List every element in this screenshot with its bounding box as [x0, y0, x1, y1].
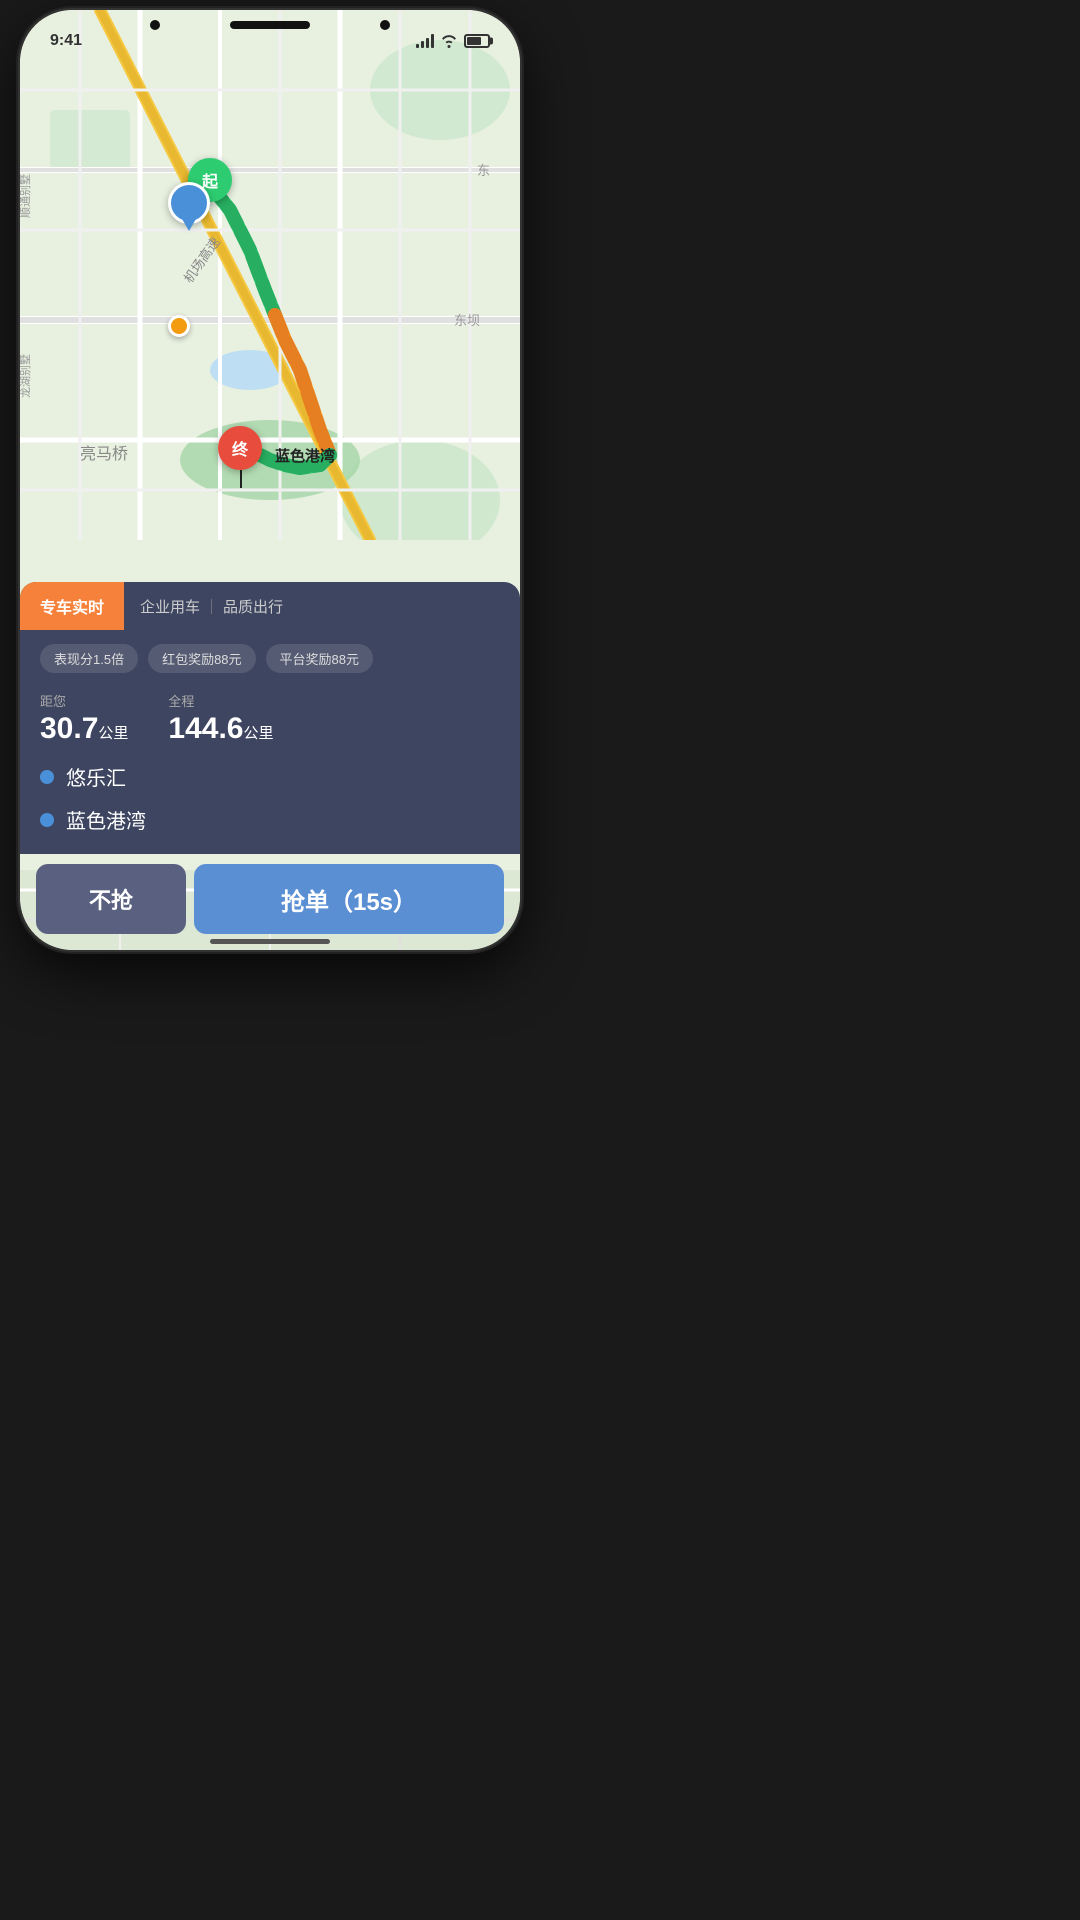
distance-value: 30.7公里: [40, 712, 128, 746]
location-name-1: 悠乐汇: [66, 762, 126, 791]
map-left-label2: 顺通别墅: [20, 174, 33, 218]
map-left-label: 龙湖别墅: [20, 354, 33, 398]
area-label-dongba: 东坝: [454, 310, 480, 329]
panel-tabs[interactable]: 专车实时 企业用车 ｜ 品质出行: [20, 582, 520, 630]
total-label: 全程: [168, 691, 273, 710]
locations-list: 悠乐汇 蓝色港湾: [20, 762, 520, 844]
location-dot-1: [40, 770, 54, 784]
total-value: 144.6公里: [168, 712, 273, 746]
badge-performance: 表现分1.5倍: [40, 644, 138, 673]
tab-express[interactable]: 专车实时: [20, 582, 124, 630]
phone-screen: 9:41: [20, 10, 520, 950]
bottom-panel: 专车实时 企业用车 ｜ 品质出行 表现分1.5倍 红包奖励88元 平台奖励88元…: [20, 582, 520, 854]
route-waypoint: [168, 315, 190, 337]
signal-icon: [416, 34, 434, 48]
location-item-2: 蓝色港湾: [40, 805, 500, 834]
location-dot: [168, 182, 210, 224]
wifi-icon: [440, 34, 458, 48]
top-notch-pill: [230, 21, 310, 29]
battery-icon: [464, 34, 490, 48]
status-icons: [416, 34, 490, 48]
phone-shell: 9:41: [20, 10, 520, 950]
badge-platform: 平台奖励88元: [266, 644, 373, 673]
map-area[interactable]: 机场高速 亮马桥 东坝 东 龙湖别墅 顺通别墅 起 终 蓝色港湾: [20, 10, 520, 540]
status-time: 9:41: [50, 32, 82, 50]
location-name-2: 蓝色港湾: [66, 805, 146, 834]
tab-enterprise[interactable]: 企业用车 ｜ 品质出行: [124, 582, 299, 630]
end-marker-stem: [240, 470, 242, 488]
badges-row: 表现分1.5倍 红包奖励88元 平台奖励88元: [20, 630, 520, 683]
stat-distance-from: 距您 30.7公里: [40, 691, 128, 746]
pass-button[interactable]: 不抢: [36, 864, 186, 934]
location-dot-2: [40, 813, 54, 827]
camera-dot-right: [380, 20, 390, 30]
stats-row: 距您 30.7公里 全程 144.6公里: [20, 683, 520, 762]
home-indicator[interactable]: [210, 939, 330, 944]
stat-total-distance: 全程 144.6公里: [168, 691, 273, 746]
distance-label: 距您: [40, 691, 128, 710]
grab-button[interactable]: 抢单（15s）: [194, 864, 504, 934]
status-bar: 9:41: [20, 10, 520, 60]
area-label-liamaqiao: 亮马桥: [80, 440, 128, 464]
end-marker: 终: [218, 426, 262, 470]
area-label-east: 东: [477, 160, 490, 179]
end-circle: 终: [218, 426, 262, 470]
destination-label: 蓝色港湾: [275, 445, 335, 466]
action-buttons: 不抢 抢单（15s）: [20, 854, 520, 950]
location-item-1: 悠乐汇: [40, 762, 500, 791]
camera-dot-left: [150, 20, 160, 30]
badge-hongbao: 红包奖励88元: [148, 644, 255, 673]
location-pin: [168, 182, 210, 224]
